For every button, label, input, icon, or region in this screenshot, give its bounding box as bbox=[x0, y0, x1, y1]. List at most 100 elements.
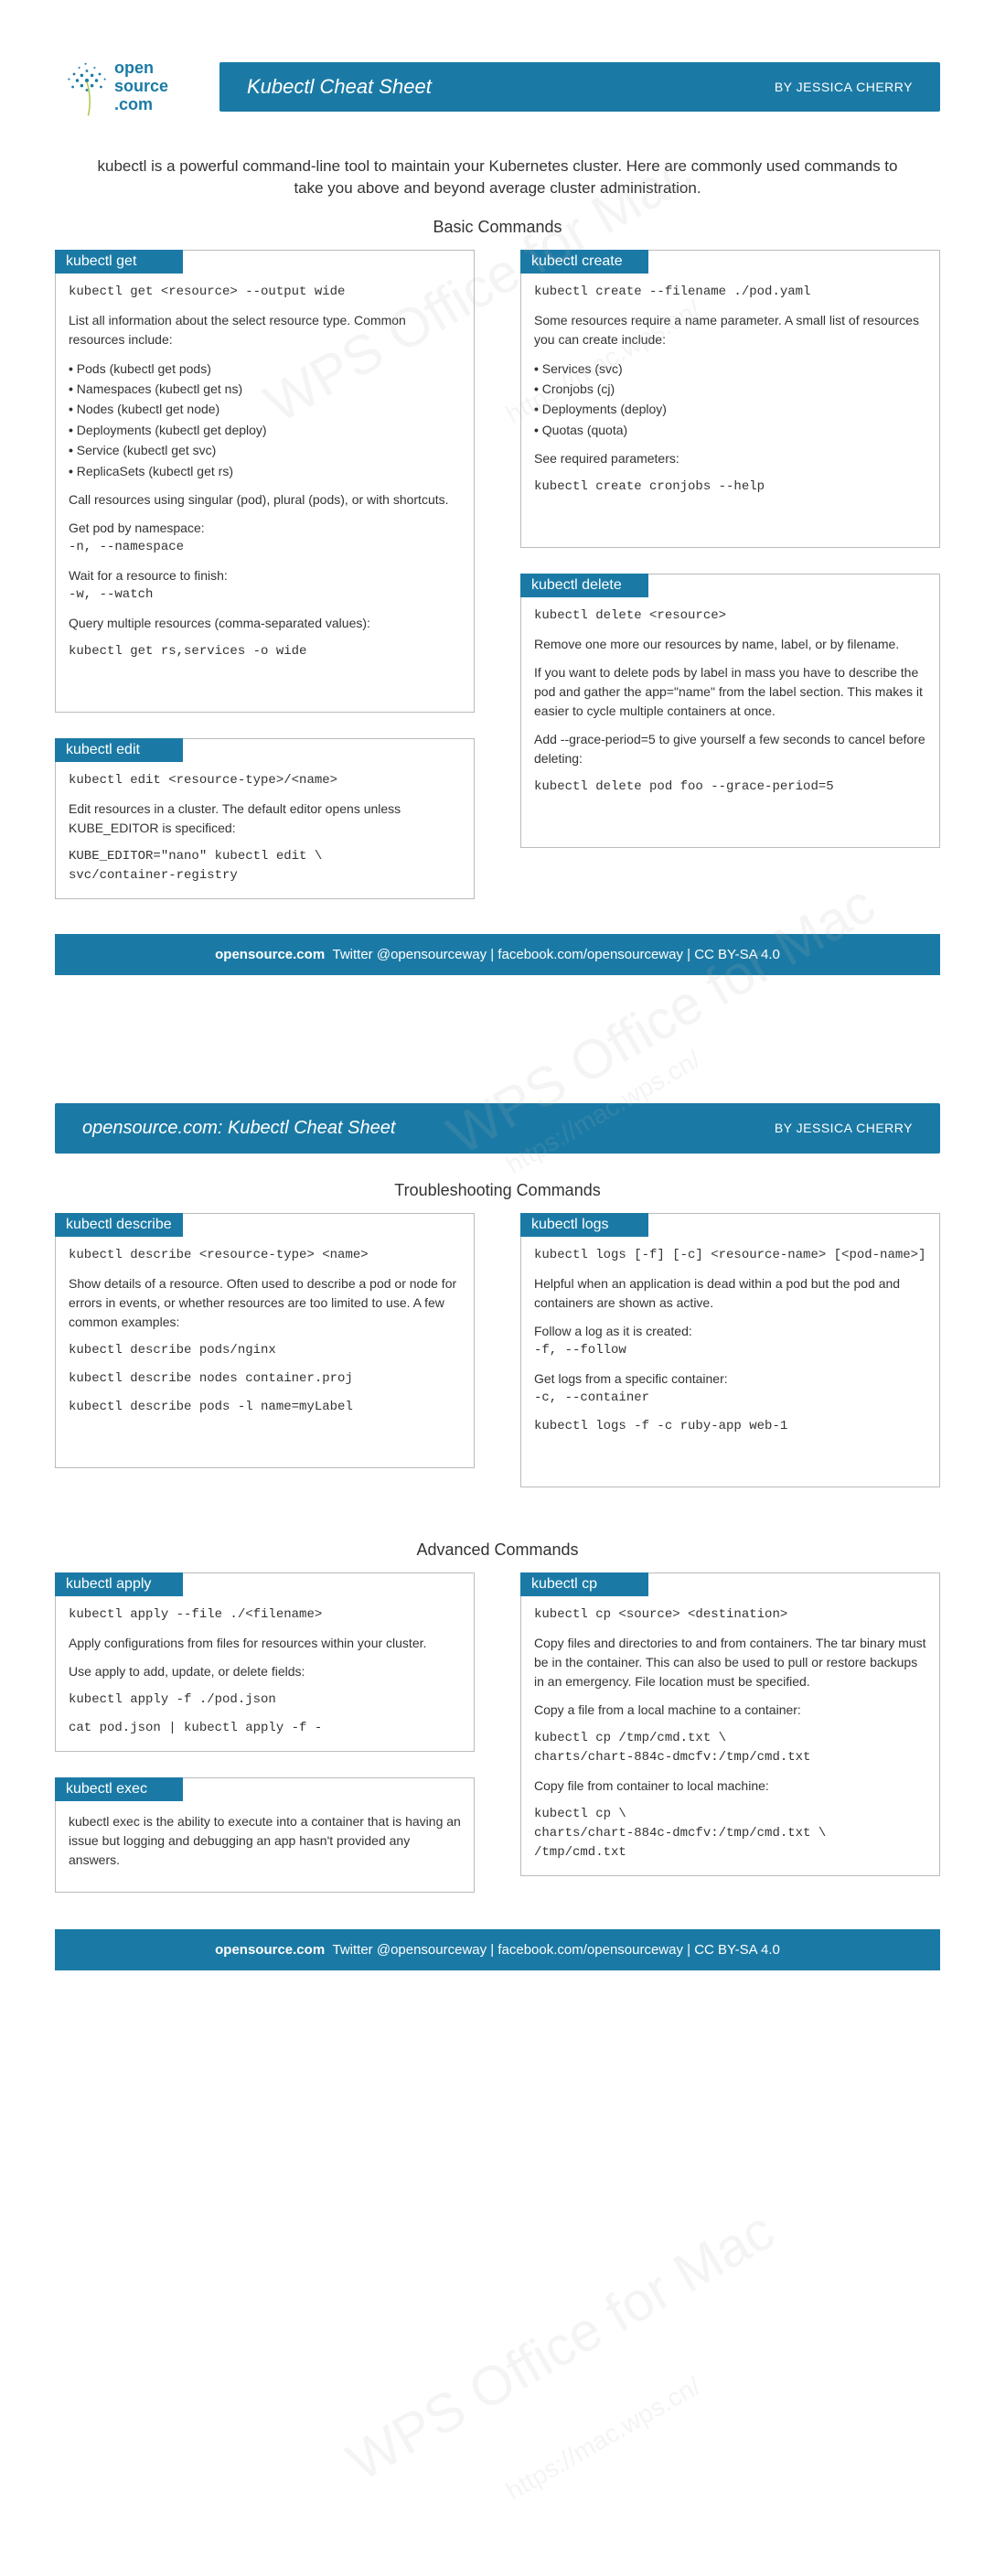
code: kubectl delete pod foo --grace-period=5 bbox=[534, 778, 926, 797]
title-bar: Kubectl Cheat Sheet BY JESSICA CHERRY bbox=[219, 62, 940, 112]
footer-text: Twitter @opensourceway | facebook.com/op… bbox=[333, 1942, 780, 1958]
advanced-columns: kubectl apply kubectl apply --file ./<fi… bbox=[55, 1572, 940, 1902]
text: Copy files and directories to and from c… bbox=[534, 1634, 926, 1691]
text: If you want to delete pods by label in m… bbox=[534, 663, 926, 721]
code: kubectl logs -f -c ruby-app web-1 bbox=[534, 1417, 926, 1436]
brand-text: open source .com bbox=[114, 59, 168, 113]
text: Follow a log as it is created: bbox=[534, 1322, 926, 1341]
brand-logo: open source .com bbox=[55, 46, 201, 128]
list-item: Nodes (kubectl get node) bbox=[69, 399, 461, 419]
code: kubectl describe nodes container.proj bbox=[69, 1369, 461, 1389]
code: kubectl cp <source> <destination> bbox=[534, 1605, 926, 1625]
code: kubectl cp \ charts/chart-884c-dmcfv:/tm… bbox=[534, 1805, 926, 1862]
basic-commands-columns: kubectl get kubectl get <resource> --out… bbox=[55, 250, 940, 925]
li-text: Deployments (deploy) bbox=[542, 402, 667, 416]
card-cp-header: kubectl cp bbox=[520, 1572, 648, 1596]
code: kubectl apply -f ./pod.json bbox=[69, 1690, 461, 1710]
footer-bar-2: opensource.com Twitter @opensourceway | … bbox=[55, 1929, 940, 1970]
text: Remove one more our resources by name, l… bbox=[534, 635, 926, 654]
card-logs-header: kubectl logs bbox=[520, 1213, 648, 1237]
section-advanced-heading: Advanced Commands bbox=[55, 1540, 940, 1560]
card-get: kubectl get kubectl get <resource> --out… bbox=[55, 250, 475, 713]
list-item: Service (kubectl get svc) bbox=[69, 440, 461, 460]
code: -n, --namespace bbox=[69, 538, 461, 557]
card-get-header: kubectl get bbox=[55, 250, 183, 274]
card-edit-header: kubectl edit bbox=[55, 738, 183, 762]
li-text: Pods (kubectl get pods) bbox=[77, 361, 211, 376]
intro-text: kubectl is a powerful command-line tool … bbox=[91, 156, 904, 199]
list-item: Deployments (deploy) bbox=[534, 399, 926, 419]
text: Some resources require a name parameter.… bbox=[534, 311, 926, 349]
code: kubectl describe <resource-type> <name> bbox=[69, 1246, 461, 1265]
page-1: open source .com Kubectl Cheat Sheet BY … bbox=[0, 0, 995, 1003]
list-item: ReplicaSets (kubectl get rs) bbox=[69, 461, 461, 481]
footer-bar: opensource.com Twitter @opensourceway | … bbox=[55, 934, 940, 975]
text: Show details of a resource. Often used t… bbox=[69, 1274, 461, 1332]
li-text: Cronjobs (cj) bbox=[542, 381, 615, 396]
card-create-header: kubectl create bbox=[520, 250, 648, 274]
footer-text: Twitter @opensourceway | facebook.com/op… bbox=[333, 947, 780, 962]
text: Query multiple resources (comma-separate… bbox=[69, 614, 461, 633]
code: kubectl create cronjobs --help bbox=[534, 478, 926, 497]
card-delete: kubectl delete kubectl delete <resource>… bbox=[520, 574, 940, 848]
right-column: kubectl create kubectl create --filename… bbox=[520, 250, 940, 925]
top-bar: open source .com Kubectl Cheat Sheet BY … bbox=[55, 46, 940, 128]
page2-title: opensource.com: Kubectl Cheat Sheet bbox=[82, 1118, 395, 1139]
card-delete-header: kubectl delete bbox=[520, 574, 648, 597]
code: kubectl logs [-f] [-c] <resource-name> [… bbox=[534, 1246, 926, 1265]
section-trouble-heading: Troubleshooting Commands bbox=[55, 1181, 940, 1200]
code: kubectl delete <resource> bbox=[534, 606, 926, 626]
card-apply: kubectl apply kubectl apply --file ./<fi… bbox=[55, 1572, 475, 1752]
text: Copy a file from a local machine to a co… bbox=[534, 1701, 926, 1720]
code: kubectl edit <resource-type>/<name> bbox=[69, 771, 461, 790]
dandelion-icon bbox=[55, 55, 119, 119]
code: -w, --watch bbox=[69, 585, 461, 605]
li-text: Namespaces (kubectl get ns) bbox=[77, 381, 242, 396]
page2-byline: BY JESSICA CHERRY bbox=[775, 1121, 913, 1135]
card-describe-header: kubectl describe bbox=[55, 1213, 183, 1237]
text: kubectl exec is the ability to execute i… bbox=[69, 1812, 461, 1870]
card-apply-header: kubectl apply bbox=[55, 1572, 183, 1596]
trouble-columns: kubectl describe kubectl describe <resou… bbox=[55, 1213, 940, 1513]
code: -c, --container bbox=[534, 1389, 926, 1408]
card-cp: kubectl cp kubectl cp <source> <destinat… bbox=[520, 1572, 940, 1876]
li-text: Service (kubectl get svc) bbox=[77, 443, 217, 457]
code: kubectl get <resource> --output wide bbox=[69, 283, 461, 302]
code: kubectl cp /tmp/cmd.txt \ charts/chart-8… bbox=[534, 1729, 926, 1767]
section-basic-heading: Basic Commands bbox=[55, 218, 940, 237]
watermark: WPS Office for Mac bbox=[337, 2198, 785, 2494]
text: Copy file from container to local machin… bbox=[534, 1776, 926, 1796]
text: See required parameters: bbox=[534, 449, 926, 468]
text: Call resources using singular (pod), plu… bbox=[69, 490, 461, 510]
left-column: kubectl get kubectl get <resource> --out… bbox=[55, 250, 475, 925]
list-item: Services (svc) bbox=[534, 359, 926, 379]
right-column: kubectl logs kubectl logs [-f] [-c] <res… bbox=[520, 1213, 940, 1513]
code: cat pod.json | kubectl apply -f - bbox=[69, 1719, 461, 1738]
text: Apply configurations from files for reso… bbox=[69, 1634, 461, 1653]
list-item: Cronjobs (cj) bbox=[534, 379, 926, 399]
watermark-url: https://mac.wps.cn/ bbox=[501, 2371, 706, 2506]
code: KUBE_EDITOR="nano" kubectl edit \ svc/co… bbox=[69, 847, 461, 886]
code: kubectl apply --file ./<filename> bbox=[69, 1605, 461, 1625]
list-item: Quotas (quota) bbox=[534, 420, 926, 440]
li-text: Quotas (quota) bbox=[542, 423, 627, 437]
list-item: Deployments (kubectl get deploy) bbox=[69, 420, 461, 440]
li-text: ReplicaSets (kubectl get rs) bbox=[77, 464, 233, 478]
card-exec-header: kubectl exec bbox=[55, 1777, 183, 1801]
list-item: Pods (kubectl get pods) bbox=[69, 359, 461, 379]
li-text: Nodes (kubectl get node) bbox=[77, 402, 219, 416]
li-text: Services (svc) bbox=[542, 361, 623, 376]
page-2: opensource.com: Kubectl Cheat Sheet BY J… bbox=[0, 1057, 995, 1998]
card-logs: kubectl logs kubectl logs [-f] [-c] <res… bbox=[520, 1213, 940, 1487]
code: -f, --follow bbox=[534, 1341, 926, 1360]
card-edit: kubectl edit kubectl edit <resource-type… bbox=[55, 738, 475, 899]
resource-list: Services (svc) Cronjobs (cj) Deployments… bbox=[534, 359, 926, 441]
card-describe: kubectl describe kubectl describe <resou… bbox=[55, 1213, 475, 1468]
code: kubectl describe pods -l name=myLabel bbox=[69, 1398, 461, 1417]
card-create: kubectl create kubectl create --filename… bbox=[520, 250, 940, 549]
code: kubectl describe pods/nginx bbox=[69, 1341, 461, 1360]
text: Get pod by namespace: bbox=[69, 519, 461, 538]
text: Edit resources in a cluster. The default… bbox=[69, 800, 461, 838]
page2-title-bar: opensource.com: Kubectl Cheat Sheet BY J… bbox=[55, 1103, 940, 1154]
code: kubectl get rs,services -o wide bbox=[69, 642, 461, 661]
